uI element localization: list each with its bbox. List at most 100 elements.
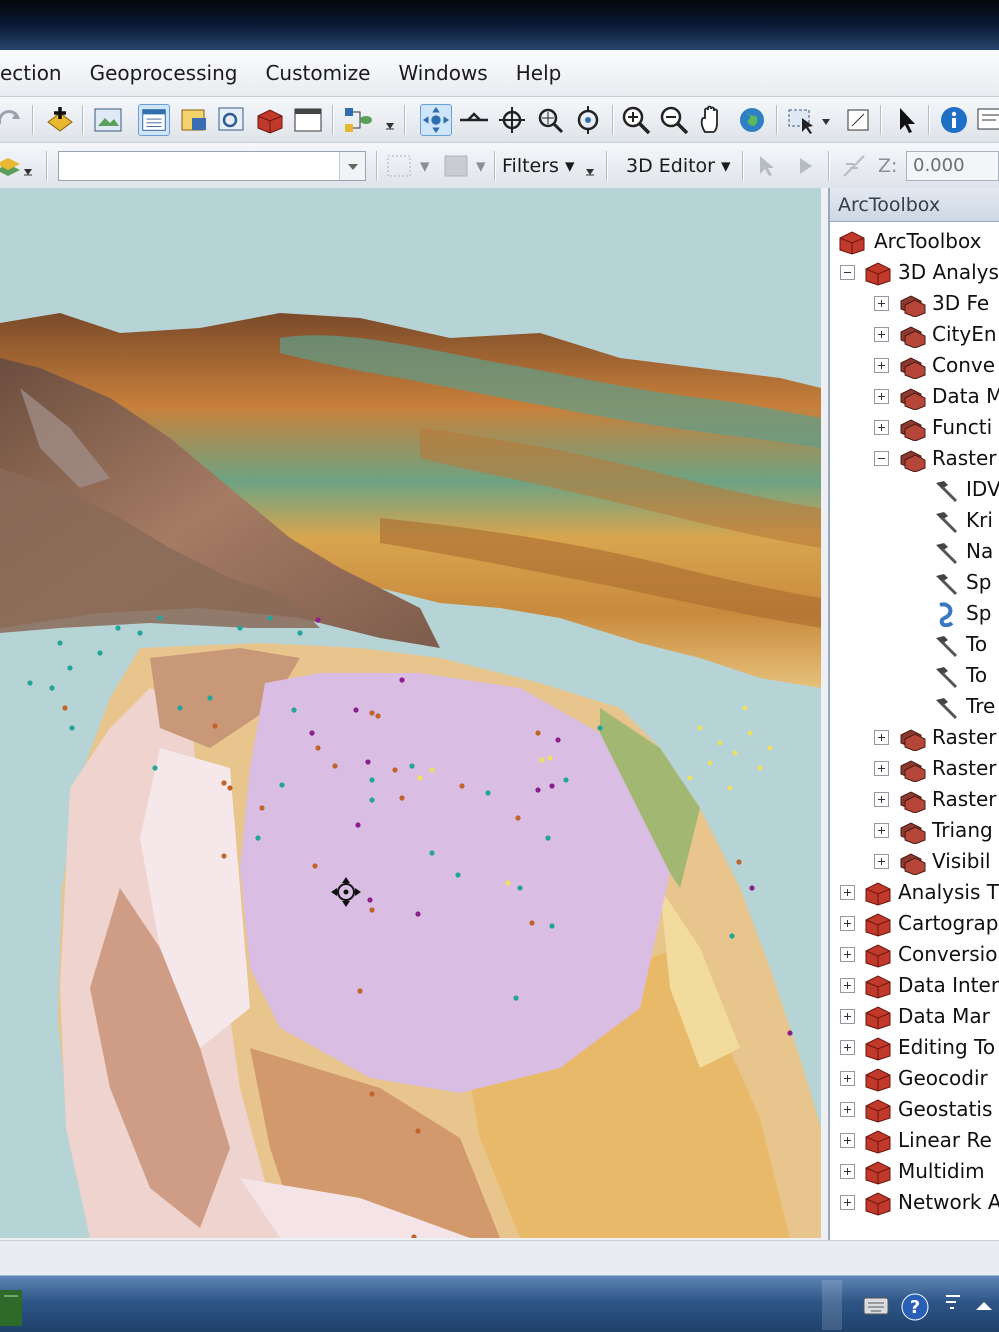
tool-hammer-icon: [936, 543, 958, 565]
select-elements-icon[interactable]: [890, 104, 922, 136]
svg-text:?: ?: [910, 1297, 920, 1318]
identify-icon[interactable]: [938, 104, 970, 136]
expand-icon[interactable]: [840, 1133, 855, 1148]
clear-selection-icon[interactable]: [842, 104, 874, 136]
center-on-target-icon[interactable]: [496, 104, 528, 136]
toolbar-options-icon-2[interactable]: [22, 155, 34, 179]
toolset-icon: [900, 729, 926, 751]
standard-toolbar: [0, 96, 999, 142]
expand-icon[interactable]: [874, 296, 889, 311]
menu-geoprocessing[interactable]: Geoprocessing: [76, 53, 252, 93]
expand-icon[interactable]: [874, 358, 889, 373]
save-edits-icon: [444, 155, 468, 177]
expand-icon[interactable]: [840, 1071, 855, 1086]
tree-item-label: Network A: [898, 1190, 999, 1214]
toolbox-icon: [865, 1130, 891, 1154]
fly-icon[interactable]: [458, 104, 490, 136]
expand-icon[interactable]: [874, 761, 889, 776]
expand-icon[interactable]: [840, 885, 855, 900]
set-observer-icon[interactable]: [572, 104, 604, 136]
scene-view[interactable]: [0, 188, 821, 1238]
add-data-icon[interactable]: [44, 104, 76, 136]
script-tool-icon: [939, 602, 954, 627]
save-dropdown-icon: ▾: [476, 155, 486, 177]
toolbox-icon: [865, 913, 891, 937]
toolset-icon: [900, 791, 926, 813]
taskbar-scroll[interactable]: [822, 1280, 842, 1330]
full-extent-globe-icon[interactable]: [736, 104, 768, 136]
menu-selection[interactable]: ection: [0, 53, 76, 93]
expand-icon[interactable]: [840, 1164, 855, 1179]
network-icon[interactable]: [942, 1290, 964, 1322]
expand-icon[interactable]: [874, 854, 889, 869]
tree-item-label: Visibil: [932, 849, 991, 873]
html-popup-icon[interactable]: [976, 104, 999, 136]
expand-icon[interactable]: [874, 389, 889, 404]
expand-icon[interactable]: [840, 947, 855, 962]
expand-icon[interactable]: [874, 823, 889, 838]
expand-icon[interactable]: [840, 916, 855, 931]
chevron-down-icon[interactable]: [339, 152, 365, 180]
menu-bar: ection Geoprocessing Customize Windows H…: [0, 50, 999, 96]
catalog-icon[interactable]: [178, 104, 210, 136]
tree-item-label: Sp: [966, 570, 992, 594]
expand-icon[interactable]: [840, 1009, 855, 1024]
filters-menu[interactable]: Filters ▾: [502, 151, 575, 181]
search-window-icon[interactable]: [216, 104, 248, 136]
expand-icon[interactable]: [874, 420, 889, 435]
tree-item-label: Conversio: [898, 942, 998, 966]
tree-item-label: Tre: [966, 694, 996, 718]
zoom-in-icon[interactable]: [620, 104, 652, 136]
select-dropdown-icon[interactable]: [820, 109, 832, 133]
model-builder-icon[interactable]: [342, 104, 374, 136]
zoom-to-target-icon[interactable]: [534, 104, 566, 136]
layer-icon[interactable]: [0, 150, 24, 182]
tree-item-label: Functi: [932, 415, 993, 439]
tree-item-label: Conve: [932, 353, 996, 377]
toolbar-options-icon[interactable]: [384, 109, 396, 133]
expand-icon[interactable]: [874, 327, 889, 342]
tree-item-label: Data M: [932, 384, 999, 408]
expand-icon[interactable]: [874, 730, 889, 745]
help-icon[interactable]: ?: [900, 1292, 930, 1322]
start-button-icon[interactable]: [0, 1286, 30, 1326]
toolbar-options-icon-3[interactable]: [584, 155, 596, 179]
python-window-icon[interactable]: [292, 104, 324, 136]
z-label: Z:: [878, 155, 898, 177]
tool-hammer-icon: [936, 574, 958, 596]
collapse-icon[interactable]: [874, 451, 889, 466]
expand-icon[interactable]: [840, 978, 855, 993]
expand-icon[interactable]: [840, 1102, 855, 1117]
3d-editor-menu[interactable]: 3D Editor ▾: [626, 151, 731, 181]
zoom-out-icon[interactable]: [658, 104, 690, 136]
keyboard-icon[interactable]: [862, 1294, 890, 1318]
navigate-icon[interactable]: [420, 104, 452, 136]
toolbox-icon: [865, 1068, 891, 1092]
tree-item-label: Sp: [966, 601, 992, 625]
menu-help[interactable]: Help: [502, 53, 576, 93]
collapse-icon[interactable]: [840, 265, 855, 280]
arcscene-window: ection Geoprocessing Customize Windows H…: [0, 50, 999, 1275]
scene-graphics: [0, 313, 821, 1238]
show-hidden-icon[interactable]: [972, 1296, 996, 1316]
expand-icon[interactable]: [840, 1040, 855, 1055]
expand-icon[interactable]: [874, 792, 889, 807]
tree-item-label: Analysis T: [898, 880, 999, 904]
menu-customize[interactable]: Customize: [251, 53, 384, 93]
table-of-contents-icon[interactable]: [138, 104, 170, 136]
z-value-input[interactable]: 0.000: [906, 151, 999, 181]
select-features-icon[interactable]: [786, 104, 818, 136]
tree-item-label: 3D Analys: [898, 260, 999, 284]
window-title-bar: [0, 0, 999, 50]
arctoolbox-icon[interactable]: [254, 104, 286, 136]
menu-windows[interactable]: Windows: [384, 53, 501, 93]
expand-icon[interactable]: [840, 1195, 855, 1210]
pan-hand-icon[interactable]: [696, 104, 728, 136]
layer-combo[interactable]: [58, 151, 366, 181]
tree-item-label: 3D Fe: [932, 291, 990, 315]
toolbox-icon: [865, 944, 891, 968]
sketch-tool-icon: [843, 155, 865, 177]
layer-properties-icon[interactable]: [92, 104, 124, 136]
edit-annotation-icon: [800, 158, 812, 174]
redo-icon[interactable]: [0, 104, 26, 136]
